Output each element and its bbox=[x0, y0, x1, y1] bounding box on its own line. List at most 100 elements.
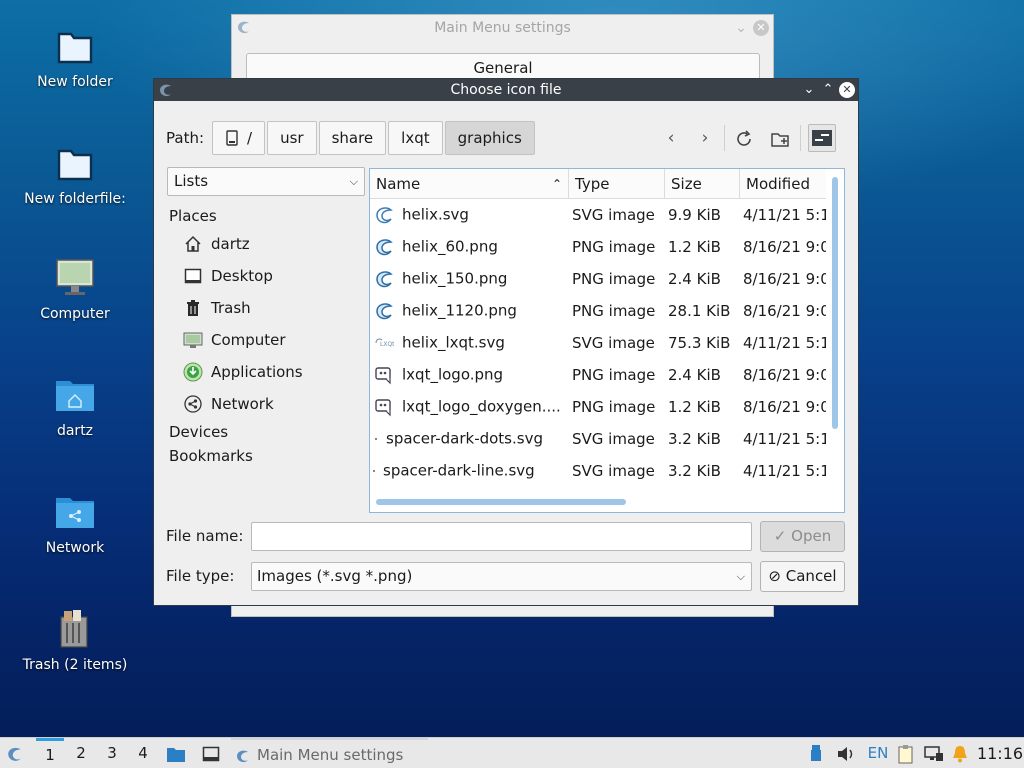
home-folder-icon bbox=[56, 381, 94, 411]
workspace-1[interactable]: 1 bbox=[36, 738, 64, 768]
breadcrumb-lxqt[interactable]: lxqt bbox=[388, 121, 443, 155]
network-folder-icon bbox=[56, 498, 94, 528]
close-icon[interactable]: ✕ bbox=[839, 82, 855, 98]
trash-icon bbox=[60, 610, 88, 648]
workspace-3[interactable]: 3 bbox=[98, 738, 126, 768]
view-options-button[interactable] bbox=[808, 124, 836, 152]
places-header[interactable]: Places bbox=[169, 204, 367, 228]
table-row[interactable]: helix_60.png PNG image 1.2 KiB 8/16/21 9… bbox=[370, 231, 826, 263]
file-list-header: Name ⌃ Type Size Modified bbox=[370, 169, 826, 199]
sidebar-item-applications[interactable]: Applications bbox=[169, 356, 367, 388]
column-header-type[interactable]: Type bbox=[569, 169, 665, 199]
taskbar: 1 2 3 4 Main Menu settings EN 11:16 bbox=[0, 737, 1024, 768]
window-titlebar[interactable]: Main Menu settings ⌄ ✕ bbox=[232, 15, 773, 41]
notification-bell-icon[interactable] bbox=[950, 744, 970, 764]
sort-ascending-icon: ⌃ bbox=[551, 177, 562, 191]
maximize-icon[interactable]: ⌃ bbox=[819, 79, 837, 101]
svg-text:LXQt: LXQt bbox=[380, 341, 394, 348]
network-status-icon[interactable] bbox=[924, 745, 944, 763]
sidebar-item-trash[interactable]: Trash bbox=[169, 292, 367, 324]
workspace-2[interactable]: 2 bbox=[67, 738, 95, 768]
lxqt-logo-icon bbox=[375, 367, 391, 385]
file-manager-icon[interactable] bbox=[166, 745, 186, 763]
task-main-menu-settings[interactable]: Main Menu settings bbox=[231, 738, 428, 768]
toolbar-separator bbox=[800, 125, 801, 151]
minimize-icon[interactable]: ⌄ bbox=[735, 15, 747, 41]
desktop-icon-label: Trash (2 items) bbox=[22, 657, 128, 673]
desktop-icon-computer[interactable]: Computer bbox=[10, 256, 140, 322]
clock[interactable]: 11:16 bbox=[976, 738, 1024, 768]
column-header-modified[interactable]: Modified bbox=[740, 169, 826, 199]
file-type-select[interactable]: Images (*.svg *.png) ⌵ bbox=[251, 562, 752, 591]
table-row[interactable]: spacer-dark-line.svg SVG image 3.2 KiB 4… bbox=[370, 455, 826, 487]
desktop-icon-label: New folderfile: bbox=[24, 191, 126, 207]
breadcrumb-share[interactable]: share bbox=[318, 121, 387, 155]
breadcrumb-root[interactable]: / bbox=[212, 121, 266, 155]
reload-icon[interactable] bbox=[734, 129, 754, 149]
breadcrumb-usr[interactable]: usr bbox=[267, 121, 317, 155]
file-list[interactable]: Name ⌃ Type Size Modified helix.svg SVG … bbox=[369, 168, 845, 513]
file-name-input[interactable] bbox=[251, 522, 752, 551]
toolbar-separator bbox=[724, 125, 725, 151]
vertical-scrollbar[interactable] bbox=[832, 177, 838, 429]
helix-icon bbox=[376, 303, 393, 320]
desktop-icon-new-folderfile[interactable]: New folderfile: bbox=[10, 141, 140, 207]
desktop-icon-label: New folder bbox=[37, 74, 113, 90]
horizontal-scrollbar[interactable] bbox=[376, 499, 626, 505]
desktop-icon bbox=[184, 268, 202, 284]
table-row[interactable]: lxqt_logo.png PNG image 2.4 KiB 8/16/21 … bbox=[370, 359, 826, 391]
desktop-icon-dartz[interactable]: dartz bbox=[10, 373, 140, 439]
table-row[interactable]: spacer-dark-dots.svg SVG image 3.2 KiB 4… bbox=[370, 423, 826, 455]
dialog-title: Choose icon file bbox=[450, 82, 562, 98]
sidebar-item-network[interactable]: Network bbox=[169, 388, 367, 420]
workspace-4[interactable]: 4 bbox=[129, 738, 157, 768]
breadcrumb-graphics[interactable]: graphics bbox=[444, 121, 535, 155]
helix-icon bbox=[376, 207, 393, 224]
cancel-button[interactable]: ⊘ Cancel bbox=[760, 561, 845, 592]
table-row[interactable]: LXQt helix_lxqt.svg SVG image 75.3 KiB 4/… bbox=[370, 327, 826, 359]
show-desktop-icon[interactable] bbox=[202, 746, 220, 762]
path-label: Path: bbox=[166, 129, 205, 147]
usb-drive-icon[interactable] bbox=[808, 744, 824, 762]
open-button[interactable]: ✓ Open bbox=[760, 521, 845, 552]
sidebar-item-dartz[interactable]: dartz bbox=[169, 228, 367, 260]
table-row[interactable]: helix_150.png PNG image 2.4 KiB 8/16/21 … bbox=[370, 263, 826, 295]
desktop-icon-network[interactable]: Network bbox=[10, 490, 140, 556]
column-header-size[interactable]: Size bbox=[665, 169, 740, 199]
sidebar-item-desktop[interactable]: Desktop bbox=[169, 260, 367, 292]
view-options-icon bbox=[812, 130, 832, 146]
chevron-down-icon: ⌵ bbox=[349, 175, 358, 188]
minimize-icon[interactable]: ⌄ bbox=[800, 79, 818, 101]
choose-icon-file-dialog: Choose icon file ⌄ ⌃ ✕ Path: / usr share… bbox=[153, 78, 859, 606]
desktop-icon-label: dartz bbox=[56, 423, 94, 439]
lxqt-text-icon: LXQt bbox=[375, 338, 394, 348]
volume-icon[interactable] bbox=[836, 745, 856, 763]
computer-icon bbox=[56, 259, 94, 295]
desktop-icon-trash[interactable]: Trash (2 items) bbox=[10, 607, 140, 673]
bookmarks-header[interactable]: Bookmarks bbox=[169, 444, 367, 468]
column-header-name[interactable]: Name ⌃ bbox=[370, 169, 569, 199]
desktop-icon-label: Computer bbox=[40, 306, 110, 322]
folder-icon bbox=[57, 149, 93, 181]
lxqt-logo-icon bbox=[238, 21, 249, 34]
desktop-icon-new-folder[interactable]: New folder bbox=[10, 24, 140, 90]
devices-header[interactable]: Devices bbox=[169, 420, 367, 444]
main-menu-icon[interactable] bbox=[6, 745, 24, 763]
drive-icon bbox=[226, 130, 238, 146]
table-row[interactable]: lxqt_logo_doxygen.... PNG image 1.2 KiB … bbox=[370, 391, 826, 423]
cancel-icon: ⊘ bbox=[768, 567, 781, 585]
new-folder-icon[interactable] bbox=[770, 129, 790, 149]
table-row[interactable]: helix.svg SVG image 9.9 KiB 4/11/21 5:1 bbox=[370, 199, 826, 231]
clipboard-icon[interactable] bbox=[896, 744, 916, 764]
back-icon[interactable]: ‹ bbox=[658, 125, 684, 151]
table-row[interactable]: helix_1120.png PNG image 28.1 KiB 8/16/2… bbox=[370, 295, 826, 327]
view-mode-select[interactable]: Lists ⌵ bbox=[167, 167, 365, 196]
file-type-label: File type: bbox=[166, 567, 235, 585]
sidebar-item-computer[interactable]: Computer bbox=[169, 324, 367, 356]
close-icon[interactable]: ✕ bbox=[753, 20, 769, 36]
breadcrumb: Path: / usr share lxqt graphics bbox=[166, 121, 537, 155]
keyboard-layout-indicator[interactable]: EN bbox=[866, 738, 890, 768]
dialog-titlebar[interactable]: Choose icon file ⌄ ⌃ ✕ bbox=[154, 79, 858, 101]
forward-icon[interactable]: › bbox=[692, 125, 718, 151]
helix-icon bbox=[376, 239, 393, 256]
